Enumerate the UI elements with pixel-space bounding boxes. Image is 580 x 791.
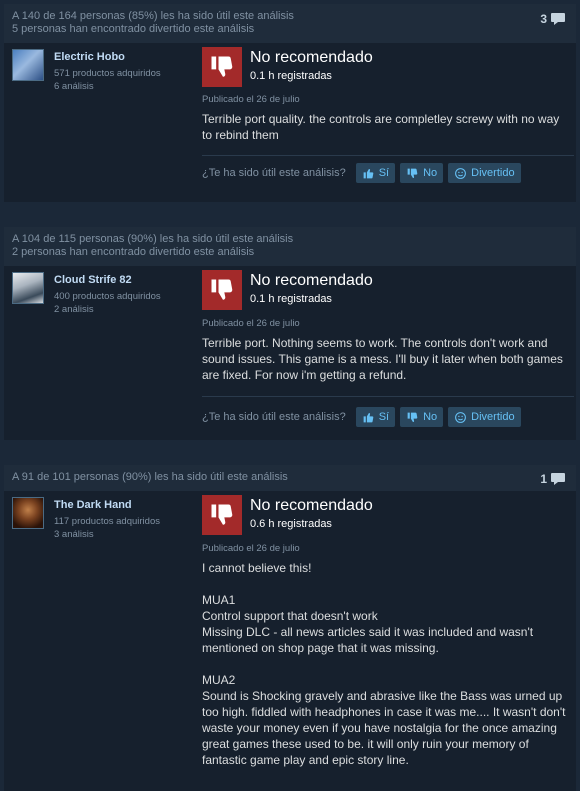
author-review-count[interactable]: 2 análisis (54, 303, 161, 316)
review-card: A 91 de 101 personas (90%) les ha sido ú… (4, 465, 576, 791)
verdict-title: No recomendado (250, 272, 373, 289)
posted-date: Publicado el 26 de julio (202, 318, 300, 329)
comment-count-link[interactable]: 3 (540, 12, 566, 26)
review-header: A 140 de 164 personas (85%) les ha sido … (4, 4, 576, 43)
smiley-icon (455, 167, 467, 179)
verdict-title: No recomendado (250, 49, 373, 66)
author-name[interactable]: Cloud Strife 82 (54, 274, 132, 286)
vote-no-label: No (423, 167, 438, 179)
author-stats: 571 productos adquiridos 6 análisis (54, 67, 161, 93)
review-header: A 104 de 115 personas (90%) les ha sido … (4, 227, 576, 266)
vote-funny-label: Divertido (471, 411, 515, 423)
comment-count-link[interactable]: 1 (540, 472, 566, 486)
verdict-block[interactable]: No recomendado 0.1 h registradas (202, 47, 572, 87)
thumbs-down-icon (202, 47, 242, 87)
author-stats: 400 productos adquiridos 2 análisis (54, 290, 161, 316)
hours-played: 0.6 h registradas (250, 518, 332, 530)
thumbs-down-icon (407, 412, 418, 422)
review-body: The Dark Hand 117 productos adquiridos 3… (4, 491, 576, 791)
speech-bubble-icon (551, 473, 565, 485)
review-text: Terrible port quality. the controls are … (202, 111, 567, 143)
review-text: I cannot believe this! MUA1 Control supp… (202, 560, 567, 768)
comment-count-value: 3 (540, 11, 547, 26)
vote-no-label: No (423, 411, 438, 423)
helpful-count-text: A 104 de 115 personas (90%) les ha sido … (12, 233, 294, 245)
thumbs-down-icon (407, 168, 418, 178)
reviews-page: A 140 de 164 personas (85%) les ha sido … (0, 0, 580, 791)
vote-yes-button[interactable]: Sí (355, 163, 396, 183)
author-products: 571 productos adquiridos (54, 68, 161, 79)
helpful-controls: ¿Te ha sido útil este análisis? Sí No Di… (202, 407, 521, 427)
helpful-count-text: A 91 de 101 personas (90%) les ha sido ú… (12, 471, 288, 483)
helpful-count-text: A 140 de 164 personas (85%) les ha sido … (12, 10, 294, 22)
avatar[interactable] (12, 49, 44, 81)
thumbs-down-icon (202, 270, 242, 310)
review-body: Electric Hobo 571 productos adquiridos 6… (4, 43, 576, 199)
thumbs-up-icon (363, 168, 373, 178)
funny-count-text: 2 personas han encontrado divertido este… (12, 246, 255, 258)
helpful-question: ¿Te ha sido útil este análisis? (202, 167, 346, 179)
verdict-title: No recomendado (250, 497, 373, 514)
vote-yes-button[interactable]: Sí (355, 407, 396, 427)
vote-no-button[interactable]: No (400, 163, 444, 183)
divider (202, 155, 574, 156)
review-card: A 140 de 164 personas (85%) les ha sido … (4, 4, 576, 202)
author-stats: 117 productos adquiridos 3 análisis (54, 515, 160, 541)
review-paragraph: MUA2 Sound is Shocking gravely and abras… (202, 673, 566, 767)
vote-funny-button[interactable]: Divertido (448, 407, 521, 427)
posted-date: Publicado el 26 de julio (202, 94, 300, 105)
vote-no-button[interactable]: No (400, 407, 444, 427)
author-products: 117 productos adquiridos (54, 516, 160, 527)
comment-count-value: 1 (540, 471, 547, 486)
thumbs-up-icon (363, 412, 373, 422)
verdict-block[interactable]: No recomendado 0.6 h registradas (202, 495, 572, 535)
avatar[interactable] (12, 272, 44, 304)
review-header: A 91 de 101 personas (90%) les ha sido ú… (4, 465, 576, 491)
review-paragraph: Terrible port. Nothing seems to work. Th… (202, 336, 563, 382)
speech-bubble-icon (551, 13, 565, 25)
author-products: 400 productos adquiridos (54, 291, 161, 302)
vote-funny-button[interactable]: Divertido (448, 163, 521, 183)
posted-date: Publicado el 26 de julio (202, 543, 300, 554)
review-card: A 104 de 115 personas (90%) les ha sido … (4, 227, 576, 440)
smiley-icon (455, 411, 467, 423)
hours-played: 0.1 h registradas (250, 70, 332, 82)
author-name[interactable]: The Dark Hand (54, 499, 132, 511)
review-paragraph: MUA1 Control support that doesn't work M… (202, 593, 534, 655)
thumbs-down-icon (202, 495, 242, 535)
author-name[interactable]: Electric Hobo (54, 51, 125, 63)
author-review-count[interactable]: 6 análisis (54, 80, 161, 93)
helpful-question: ¿Te ha sido útil este análisis? (202, 411, 346, 423)
verdict-block[interactable]: No recomendado 0.1 h registradas (202, 270, 572, 310)
review-text: Terrible port. Nothing seems to work. Th… (202, 335, 567, 383)
vote-yes-label: Sí (378, 167, 390, 179)
vote-funny-label: Divertido (471, 167, 515, 179)
author-review-count[interactable]: 3 análisis (54, 528, 160, 541)
hours-played: 0.1 h registradas (250, 293, 332, 305)
avatar[interactable] (12, 497, 44, 529)
helpful-controls: ¿Te ha sido útil este análisis? Sí No Di… (202, 163, 521, 183)
funny-count-text: 5 personas han encontrado divertido este… (12, 23, 255, 35)
divider (202, 396, 574, 397)
review-body: Cloud Strife 82 400 productos adquiridos… (4, 266, 576, 440)
review-paragraph: I cannot believe this! (202, 561, 312, 575)
vote-yes-label: Sí (378, 411, 390, 423)
review-paragraph: Terrible port quality. the controls are … (202, 112, 560, 142)
